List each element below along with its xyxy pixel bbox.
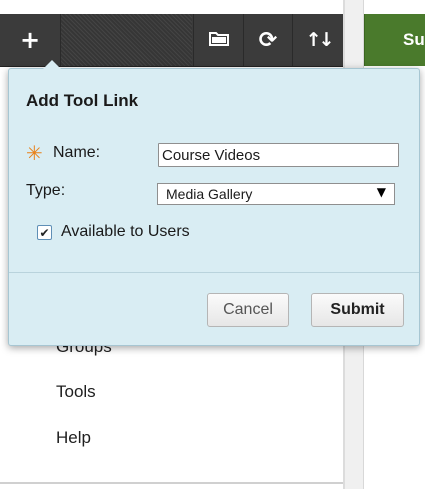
chevron-down-icon: ▼ [376, 185, 386, 199]
submit-strip-label: Su [403, 30, 425, 49]
submit-strip-button[interactable]: Su [364, 14, 425, 66]
popup-divider [9, 272, 419, 273]
reorder-button[interactable]: ↑↓ [292, 14, 344, 66]
type-select[interactable]: Media Gallery ▼ [157, 183, 395, 205]
toolbar-hatched-area [61, 14, 192, 66]
refresh-button[interactable]: ⟳ [243, 14, 292, 66]
add-menu-item-button[interactable]: + [0, 14, 61, 66]
name-label: Name: [53, 144, 101, 161]
add-tool-link-popup: Add Tool Link ✳ Name: Type: Media Galler… [8, 60, 420, 346]
plus-icon: + [19, 26, 41, 54]
available-to-users-label[interactable]: Available to Users [61, 223, 190, 241]
folder-icon [208, 30, 229, 51]
menu-bottom-divider [0, 482, 343, 484]
name-input[interactable] [158, 143, 399, 167]
menu-item-help[interactable]: Help [56, 428, 91, 448]
submit-button[interactable]: Submit [311, 293, 404, 327]
folder-view-button[interactable] [193, 14, 243, 66]
refresh-icon: ⟳ [258, 27, 278, 53]
required-asterisk-icon: ✳ [26, 141, 43, 165]
type-select-value: Media Gallery [166, 186, 253, 202]
menu-item-tools[interactable]: Tools [56, 382, 96, 402]
checkmark-icon: ✔ [39, 225, 50, 240]
popup-pointer-arrow [43, 60, 61, 69]
popup-title: Add Tool Link [26, 91, 139, 110]
available-to-users-checkbox[interactable]: ✔ [37, 225, 52, 240]
sort-icon: ↑↓ [305, 29, 335, 51]
cancel-button[interactable]: Cancel [207, 293, 289, 327]
type-label: Type: [26, 182, 66, 199]
